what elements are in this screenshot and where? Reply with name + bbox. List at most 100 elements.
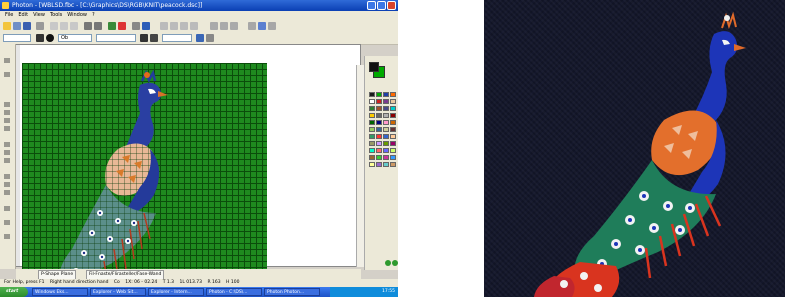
- palette-swatch[interactable]: [383, 134, 389, 139]
- pen-icon[interactable]: [36, 34, 44, 42]
- bucket-tool-icon[interactable]: [4, 158, 10, 163]
- menu-file[interactable]: File: [5, 12, 13, 18]
- palette-swatch[interactable]: [376, 148, 382, 153]
- spray-tool-icon[interactable]: [4, 190, 10, 195]
- polygon-tool-icon[interactable]: [4, 126, 10, 131]
- palette-swatch[interactable]: [369, 120, 375, 125]
- save-icon[interactable]: [23, 22, 31, 30]
- tool-f-icon[interactable]: [220, 22, 228, 30]
- palette-swatch[interactable]: [390, 141, 396, 146]
- palette-swatch[interactable]: [390, 155, 396, 160]
- tool-j-icon[interactable]: [268, 22, 276, 30]
- palette-swatch[interactable]: [390, 106, 396, 111]
- palette-swatch[interactable]: [383, 106, 389, 111]
- palette-swatch[interactable]: [376, 127, 382, 132]
- palette-swatch[interactable]: [369, 141, 375, 146]
- zoom-out-icon[interactable]: [94, 22, 102, 30]
- taskbar-item[interactable]: Windows Eks...: [32, 288, 88, 296]
- taskbar-item[interactable]: Photon - C:\DS\...: [206, 288, 262, 296]
- palette-swatch[interactable]: [383, 162, 389, 167]
- line-icon[interactable]: [150, 34, 158, 42]
- move-tool-icon[interactable]: [4, 206, 10, 211]
- palette-swatch[interactable]: [390, 162, 396, 167]
- palette-swatch[interactable]: [376, 134, 382, 139]
- pattern-combo[interactable]: [96, 34, 136, 42]
- menu-tools[interactable]: Tools: [50, 12, 62, 18]
- remove-icon[interactable]: [118, 22, 126, 30]
- fill-icon[interactable]: [140, 34, 148, 42]
- palette-swatch[interactable]: [390, 134, 396, 139]
- select-tool-icon[interactable]: [4, 58, 10, 63]
- palette-swatch[interactable]: [383, 141, 389, 146]
- taskbar-item[interactable]: Explorer - Web Sit...: [90, 288, 146, 296]
- menu-window[interactable]: Window: [67, 12, 87, 18]
- paste-icon[interactable]: [70, 22, 78, 30]
- pencil-tool-icon[interactable]: [4, 72, 10, 77]
- tool-e-icon[interactable]: [210, 22, 218, 30]
- text-tool-icon[interactable]: [4, 174, 10, 179]
- tool-i-icon[interactable]: [258, 22, 266, 30]
- brush-tool-icon[interactable]: [4, 182, 10, 187]
- palette-swatch[interactable]: [390, 92, 396, 97]
- cut-icon[interactable]: [50, 22, 58, 30]
- palette-swatch[interactable]: [369, 106, 375, 111]
- palette-swatch[interactable]: [369, 92, 375, 97]
- palette-ok-icon[interactable]: [385, 260, 391, 266]
- palette-swatch[interactable]: [390, 99, 396, 104]
- print-icon[interactable]: [36, 22, 44, 30]
- grid-icon[interactable]: [196, 34, 204, 42]
- palette-swatch[interactable]: [369, 99, 375, 104]
- menu-view[interactable]: View: [33, 12, 45, 18]
- taskbar-item[interactable]: Photon Photon...: [264, 288, 320, 296]
- start-button[interactable]: start: [0, 287, 28, 297]
- palette-swatch[interactable]: [390, 120, 396, 125]
- curve-tool-icon[interactable]: [4, 150, 10, 155]
- circle-tool-icon[interactable]: [4, 118, 10, 123]
- rect-tool-icon[interactable]: [4, 102, 10, 107]
- tool-b-icon[interactable]: [170, 22, 178, 30]
- tool-c-icon[interactable]: [180, 22, 188, 30]
- maximize-button[interactable]: [377, 1, 386, 10]
- palette-swatch[interactable]: [383, 92, 389, 97]
- background-color-swatch[interactable]: [369, 62, 379, 72]
- new-icon[interactable]: [3, 22, 11, 30]
- taskbar-item[interactable]: Explorer - Intern...: [148, 288, 204, 296]
- zoom-in-icon[interactable]: [84, 22, 92, 30]
- minimize-button[interactable]: [367, 1, 376, 10]
- palette-swatch[interactable]: [376, 113, 382, 118]
- palette-swatch[interactable]: [376, 141, 382, 146]
- layer-combo[interactable]: [3, 34, 31, 42]
- palette-swatch[interactable]: [383, 99, 389, 104]
- tool-d-icon[interactable]: [190, 22, 198, 30]
- stitch-grid[interactable]: [22, 63, 267, 297]
- design-canvas[interactable]: [16, 44, 361, 297]
- palette-swatch[interactable]: [376, 99, 382, 104]
- size-combo[interactable]: [162, 34, 192, 42]
- help-icon[interactable]: [142, 22, 150, 30]
- palette-swatch[interactable]: [376, 92, 382, 97]
- palette-swatch[interactable]: [390, 113, 396, 118]
- add-icon[interactable]: [108, 22, 116, 30]
- menu-edit[interactable]: Edit: [18, 12, 28, 18]
- tool-h-icon[interactable]: [248, 22, 256, 30]
- zoom-tool-icon[interactable]: [4, 220, 10, 225]
- palette-swatch[interactable]: [383, 148, 389, 153]
- palette-swatch[interactable]: [369, 155, 375, 160]
- vertical-scrollbar[interactable]: [356, 65, 364, 267]
- palette-swatch[interactable]: [390, 127, 396, 132]
- palette-swatch[interactable]: [369, 162, 375, 167]
- palette-swatch[interactable]: [369, 134, 375, 139]
- copy-icon[interactable]: [60, 22, 68, 30]
- line-tool-icon[interactable]: [4, 142, 10, 147]
- palette-apply-icon[interactable]: [392, 260, 398, 266]
- eyedropper-tool-icon[interactable]: [4, 234, 10, 239]
- palette-swatch[interactable]: [383, 155, 389, 160]
- palette-swatch[interactable]: [383, 113, 389, 118]
- tool-a-icon[interactable]: [160, 22, 168, 30]
- mode-combo[interactable]: Ob: [58, 34, 92, 42]
- palette-swatch[interactable]: [369, 127, 375, 132]
- dot-icon[interactable]: [46, 34, 54, 42]
- palette-swatch[interactable]: [369, 148, 375, 153]
- palette-swatch[interactable]: [369, 113, 375, 118]
- palette-swatch[interactable]: [383, 127, 389, 132]
